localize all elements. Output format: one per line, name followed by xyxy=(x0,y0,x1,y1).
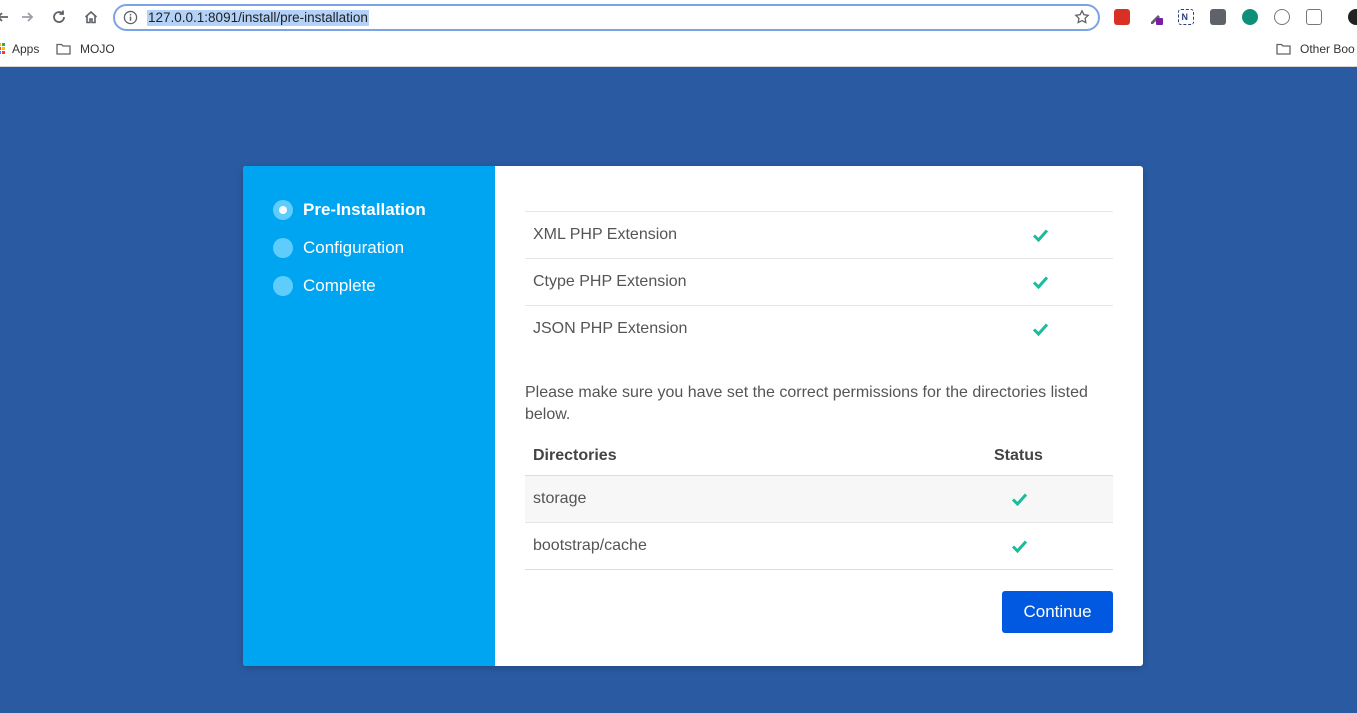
forward-button[interactable] xyxy=(16,6,38,28)
step-label: Configuration xyxy=(303,238,405,257)
check-icon xyxy=(1011,540,1028,553)
bookmarks-bar: Apps MOJO Other Boo xyxy=(0,37,1357,61)
extension-chat-icon[interactable] xyxy=(1274,9,1290,25)
svg-text:N: N xyxy=(1181,12,1187,22)
installer-card: Pre-Installation Configuration Complete … xyxy=(243,166,1143,666)
extension-n-icon[interactable]: N xyxy=(1178,9,1194,25)
home-button[interactable] xyxy=(80,6,102,28)
bookmark-mojo[interactable]: MOJO xyxy=(56,41,115,57)
check-icon xyxy=(1032,323,1049,336)
table-row: storage xyxy=(525,476,1113,523)
extension-name: XML PHP Extension xyxy=(533,226,678,243)
extension-name: JSON PHP Extension xyxy=(533,320,688,337)
info-icon[interactable] xyxy=(123,10,138,25)
check-icon xyxy=(1011,493,1028,506)
extension-eyedropper-icon[interactable] xyxy=(1148,9,1164,25)
folder-icon xyxy=(56,43,71,55)
bookmark-mojo-label: MOJO xyxy=(80,42,115,56)
reload-button[interactable] xyxy=(48,6,70,28)
url-text[interactable]: 127.0.0.1:8091/install/pre-installation xyxy=(147,10,369,26)
step-label: Complete xyxy=(303,276,376,295)
step-indicator-icon xyxy=(273,200,293,220)
permissions-note: Please make sure you have set the correc… xyxy=(525,384,1088,423)
main-content: XML PHP Extension Ctype PHP Extension JS… xyxy=(495,166,1143,666)
check-icon xyxy=(1032,229,1049,242)
browser-chrome: 127.0.0.1:8091/install/pre-installation … xyxy=(0,0,1357,67)
step-complete[interactable]: Complete xyxy=(273,274,376,298)
steps-sidebar: Pre-Installation Configuration Complete xyxy=(243,166,495,666)
profile-avatar-icon[interactable] xyxy=(1348,9,1357,25)
extension-red-icon[interactable] xyxy=(1114,9,1130,25)
table-row: Ctype PHP Extension xyxy=(525,259,1113,306)
back-button[interactable] xyxy=(0,6,14,28)
apps-grid-icon xyxy=(0,43,6,55)
bookmark-other-label: Other Boo xyxy=(1300,42,1355,56)
table-row: XML PHP Extension xyxy=(525,212,1113,259)
extensions-table: XML PHP Extension Ctype PHP Extension JS… xyxy=(525,211,1113,353)
bookmark-apps-label: Apps xyxy=(12,42,40,56)
step-pre-installation[interactable]: Pre-Installation xyxy=(273,198,426,222)
reload-icon xyxy=(53,10,65,23)
home-icon xyxy=(84,10,98,24)
table-row: JSON PHP Extension xyxy=(525,306,1113,353)
bookmark-star-icon[interactable] xyxy=(1074,9,1090,25)
directories-header: Directories xyxy=(533,447,617,464)
table-header: Directories Status xyxy=(525,430,1113,476)
bookmark-other[interactable]: Other Boo xyxy=(1276,41,1355,57)
extension-teal-icon[interactable] xyxy=(1242,9,1258,25)
continue-button[interactable]: Continue xyxy=(1002,591,1113,633)
browser-toolbar: 127.0.0.1:8091/install/pre-installation … xyxy=(0,0,1357,35)
directory-name: storage xyxy=(533,490,587,507)
directories-table: Directories Status storage bootstrap/cac… xyxy=(525,430,1113,570)
folder-icon xyxy=(1276,43,1291,55)
back-arrow-icon xyxy=(0,12,8,22)
step-indicator-icon xyxy=(273,276,293,296)
directory-name: bootstrap/cache xyxy=(533,537,647,554)
bookmark-apps[interactable]: Apps xyxy=(0,41,39,57)
status-header: Status xyxy=(994,447,1043,464)
step-indicator-icon xyxy=(273,238,293,258)
forward-arrow-icon xyxy=(22,12,34,22)
check-icon xyxy=(1032,276,1049,289)
table-row: bootstrap/cache xyxy=(525,523,1113,570)
step-configuration[interactable]: Configuration xyxy=(273,236,404,260)
extension-puzzle-icon[interactable] xyxy=(1306,9,1322,25)
extension-pin-icon[interactable] xyxy=(1210,9,1226,25)
extension-name: Ctype PHP Extension xyxy=(533,273,687,290)
step-label: Pre-Installation xyxy=(303,200,426,219)
address-bar[interactable]: 127.0.0.1:8091/install/pre-installation xyxy=(113,4,1100,31)
